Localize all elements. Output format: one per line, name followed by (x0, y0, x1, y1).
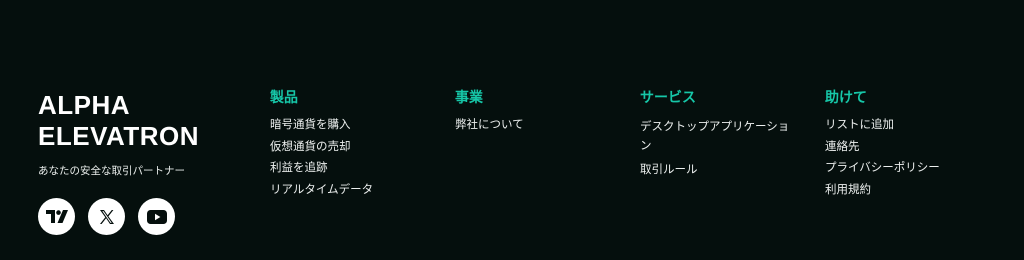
footer-column-services: サービス デスクトップアプリケーション 取引ルール (640, 90, 790, 183)
link-add-to-list[interactable]: リストに追加 (825, 117, 894, 131)
column-heading-services: サービス (640, 90, 696, 106)
footer-column-help: 助けて リストに追加 連絡先 プライバシーポリシー 利用規約 (825, 90, 995, 203)
link-terms-of-use[interactable]: 利用規約 (825, 182, 871, 196)
link-buy-crypto[interactable]: 暗号通貨を購入 (270, 117, 351, 131)
link-privacy-policy[interactable]: プライバシーポリシー (825, 160, 940, 174)
link-trading-rules[interactable]: 取引ルール (640, 162, 698, 176)
footer-column-products: 製品 暗号通貨を購入 仮想通貨の売却 利益を追跡 リアルタイムデータ (270, 90, 440, 203)
footer-brand: ALPHA ELEVATRON あなたの安全な取引パートナー (38, 90, 238, 235)
youtube-icon (146, 209, 167, 224)
brand-logo-text: ALPHA ELEVATRON (38, 90, 199, 151)
link-sell-crypto[interactable]: 仮想通貨の売却 (270, 139, 351, 153)
link-realtime-data[interactable]: リアルタイムデータ (270, 182, 373, 196)
column-heading-help: 助けて (825, 90, 867, 106)
link-track-profit[interactable]: 利益を追跡 (270, 160, 328, 174)
link-contact[interactable]: 連絡先 (825, 139, 860, 153)
x-icon (99, 209, 114, 224)
x-link[interactable] (88, 198, 125, 235)
youtube-link[interactable] (138, 198, 175, 235)
footer-column-business: 事業 弊社について (455, 90, 625, 139)
column-heading-products: 製品 (270, 90, 298, 106)
column-heading-business: 事業 (455, 90, 483, 106)
tradingview-icon (45, 210, 68, 223)
social-links (38, 198, 238, 235)
brand-tagline: あなたの安全な取引パートナー (38, 165, 185, 177)
link-about-us[interactable]: 弊社について (455, 117, 524, 131)
link-desktop-app[interactable]: デスクトップアプリケーション (640, 119, 789, 152)
tradingview-link[interactable] (38, 198, 75, 235)
